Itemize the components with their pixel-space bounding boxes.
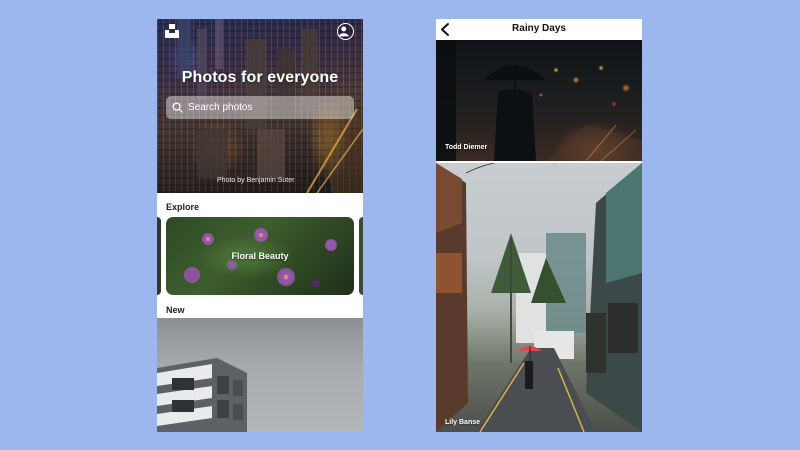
user-avatar-icon (338, 26, 349, 37)
search-icon (172, 102, 183, 113)
explore-card-prev-peek[interactable] (157, 217, 161, 295)
explore-card-floral-beauty[interactable]: Floral Beauty (166, 217, 354, 295)
collection-photo-1[interactable]: Todd Diemer (436, 40, 642, 161)
unsplash-logo-icon[interactable] (165, 24, 179, 38)
hero-photo-credit: Photo by Benjamin Suter (217, 177, 295, 184)
collection-screen: Rainy Days Todd Diemer Lily Banse (436, 19, 642, 432)
umbrella-street-night-image (436, 40, 642, 161)
explore-card-title: Floral Beauty (231, 251, 289, 261)
new-photo-building[interactable] (157, 318, 363, 432)
collection-nav-bar: Rainy Days (436, 19, 642, 40)
search-bar[interactable] (166, 96, 354, 119)
photo-1-credit: Todd Diemer (445, 144, 488, 151)
hero-banner: Photos for everyone Photo by Benjamin Su… (157, 19, 363, 193)
new-section-label: New (166, 305, 185, 315)
search-input[interactable] (188, 102, 348, 113)
home-screen: Photos for everyone Photo by Benjamin Su… (157, 19, 363, 432)
photo-2-credit: Lily Banse (445, 419, 481, 426)
hero-title: Photos for everyone (181, 69, 339, 86)
rainy-street-red-umbrella-image (436, 163, 642, 432)
collection-title: Rainy Days (512, 23, 566, 34)
collection-photo-2[interactable]: Lily Banse (436, 163, 642, 432)
explore-section-label: Explore (166, 202, 200, 212)
new-photo-building-image (157, 358, 247, 432)
user-avatar-button[interactable] (337, 23, 354, 40)
explore-card-next-peek[interactable] (359, 217, 363, 295)
